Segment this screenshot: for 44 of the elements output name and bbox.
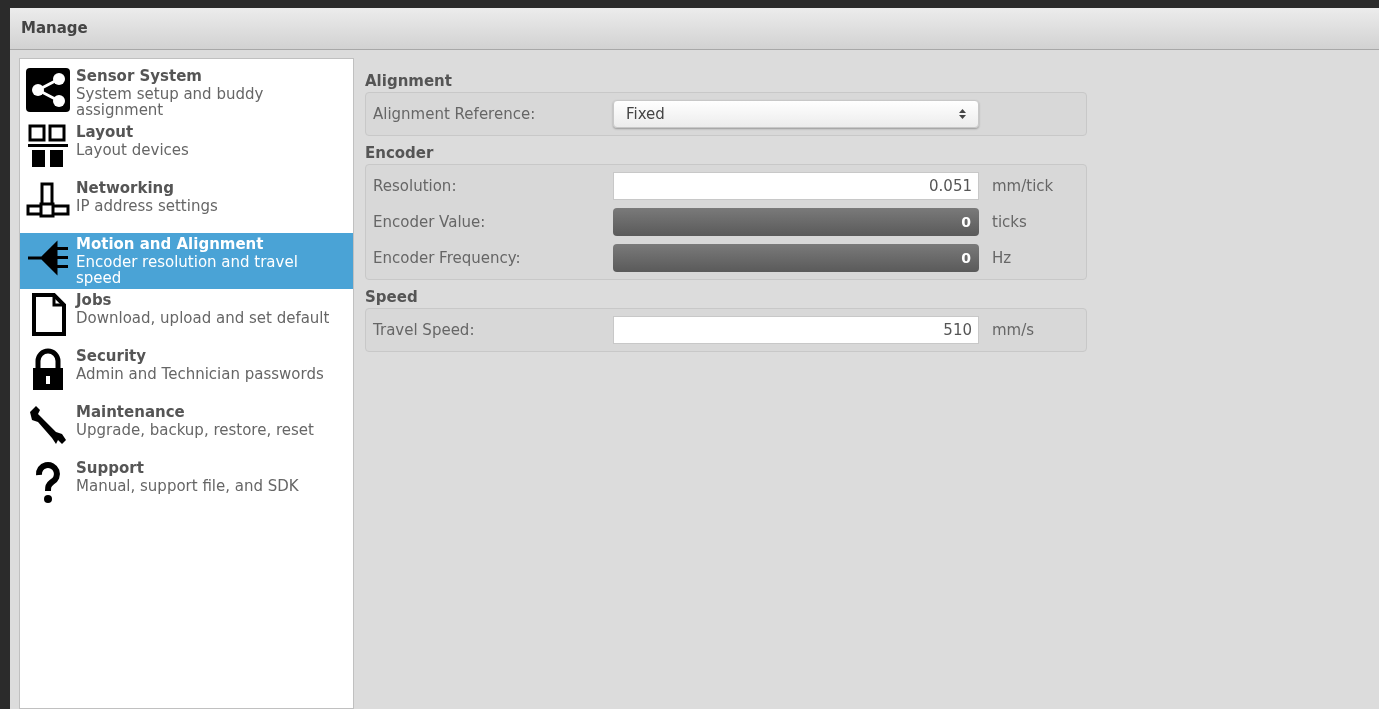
field-label: Resolution: xyxy=(372,175,458,197)
field-label: Alignment Reference: xyxy=(372,103,537,125)
item-description: Admin and Technician passwords xyxy=(76,366,325,382)
sidebar-item[interactable]: Sensor System System setup and buddy assignment xyxy=(20,65,353,121)
section-heading: Speed xyxy=(365,287,419,308)
share-icon xyxy=(26,68,70,112)
alignment-select[interactable]: Fixed xyxy=(613,100,979,128)
unit-label: ticks xyxy=(992,211,1027,233)
item-description: Layout devices xyxy=(76,142,190,158)
item-description: Manual, support file, and SDK xyxy=(76,478,300,494)
unit-label: Hz xyxy=(992,247,1012,269)
layout-icon xyxy=(26,124,70,168)
unit-label: mm/s xyxy=(992,319,1035,341)
item-description: Encoder resolution and travel speed xyxy=(76,254,299,286)
item-description: System setup and buddy assignment xyxy=(76,86,265,118)
number-field[interactable]: 510 xyxy=(613,316,979,344)
up-down-caret-icon xyxy=(959,109,966,119)
field-label: Encoder Value: xyxy=(372,211,487,233)
item-title: Maintenance xyxy=(76,402,186,422)
item-title: Security xyxy=(76,346,148,366)
section-heading: Alignment xyxy=(365,71,453,92)
readout-field: 0 xyxy=(613,244,979,272)
sidebar-item[interactable]: Support Manual, support file, and SDK xyxy=(20,457,353,513)
item-description: Upgrade, backup, restore, reset xyxy=(76,422,315,438)
item-description: Download, upload and set default xyxy=(76,310,331,326)
sidebar-item[interactable]: Layout Layout devices xyxy=(20,121,353,177)
item-title: Sensor System xyxy=(76,66,203,86)
sidebar-item[interactable]: Security Admin and Technician passwords xyxy=(20,345,353,401)
sidebar-item[interactable]: Jobs Download, upload and set default xyxy=(20,289,353,345)
number-field[interactable]: 0.051 xyxy=(613,172,979,200)
sidebar-item[interactable]: Maintenance Upgrade, backup, restore, reset xyxy=(20,401,353,457)
item-title: Motion and Alignment xyxy=(76,234,265,254)
item-title: Support xyxy=(76,458,145,478)
unit-label: mm/tick xyxy=(992,175,1054,197)
item-title: Networking xyxy=(76,178,175,198)
field-label: Encoder Frequency: xyxy=(372,247,522,269)
window-title: Manage xyxy=(21,18,88,40)
field-label: Travel Speed: xyxy=(372,319,476,341)
sidebar-item[interactable]: Networking IP address settings xyxy=(20,177,353,233)
item-title: Layout xyxy=(76,122,135,142)
item-title: Jobs xyxy=(76,290,113,310)
section-heading: Encoder xyxy=(365,143,435,164)
item-description: IP address settings xyxy=(76,198,219,214)
readout-field: 0 xyxy=(613,208,979,236)
